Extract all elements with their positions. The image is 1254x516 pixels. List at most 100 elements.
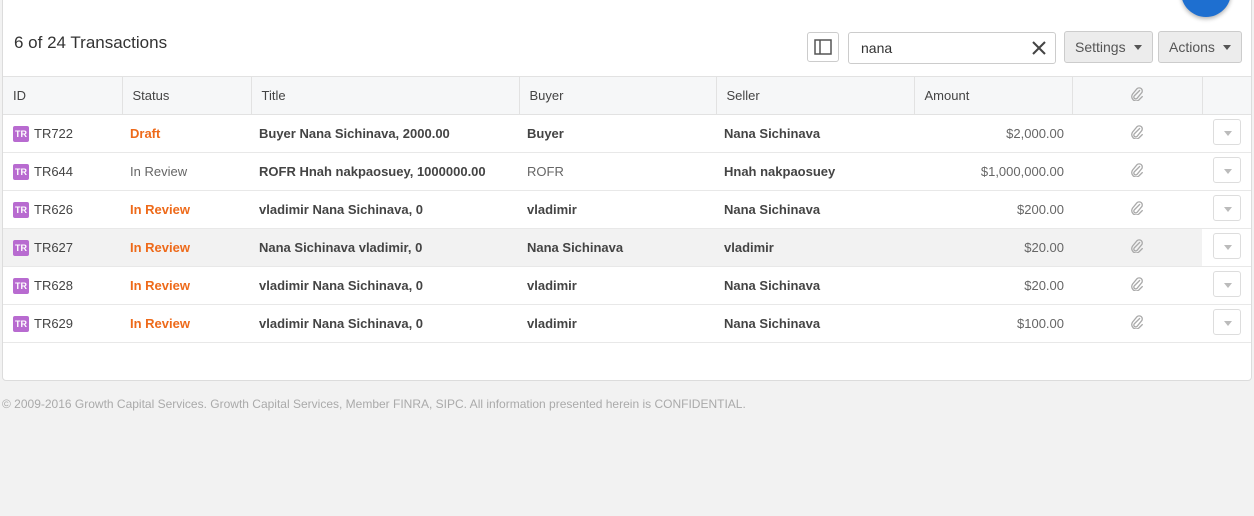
paperclip-icon[interactable] xyxy=(1130,315,1144,332)
buyer-cell: Nana Sichinava xyxy=(519,228,716,267)
seller-cell: Nana Sichinava xyxy=(716,190,914,229)
buyer-cell: vladimir xyxy=(519,304,716,343)
table-row[interactable]: TR TR644 In Review ROFR Hnah nakpaosuey, 10… xyxy=(3,152,1251,191)
attachment-cell[interactable] xyxy=(1072,152,1202,191)
id-cell: TR TR722 xyxy=(3,114,122,153)
chevron-down-icon xyxy=(1133,44,1142,50)
row-menu-cell xyxy=(1202,228,1251,267)
title-cell[interactable]: Buyer Nana Sichinava, 2000.00 xyxy=(251,114,519,153)
transaction-badge: TR xyxy=(13,201,29,218)
transaction-badge: TR xyxy=(13,315,29,332)
table-row[interactable]: TR TR628 In Review vladimir Nana Sichinava,… xyxy=(3,266,1251,305)
status-badge: In Review xyxy=(130,240,190,255)
id-cell: TR TR644 xyxy=(3,152,122,191)
paperclip-icon[interactable] xyxy=(1130,163,1144,180)
amount-cell: $1,000,000.00 xyxy=(914,152,1072,191)
transaction-id[interactable]: TR722 xyxy=(34,126,73,141)
transaction-id[interactable]: TR628 xyxy=(34,278,73,293)
buyer-cell: Buyer xyxy=(519,114,716,153)
buyer-cell: vladimir xyxy=(519,266,716,305)
title-cell[interactable]: Nana Sichinava vladimir, 0 xyxy=(251,228,519,267)
actions-button[interactable]: Actions xyxy=(1158,31,1242,63)
seller-cell: Hnah nakpaosuey xyxy=(716,152,914,191)
transaction-id[interactable]: TR629 xyxy=(34,316,73,331)
buyer-cell: vladimir xyxy=(519,190,716,229)
seller-cell: Nana Sichinava xyxy=(716,304,914,343)
paperclip-icon xyxy=(1131,87,1143,102)
status-cell: In Review xyxy=(122,304,251,343)
status-cell: Draft xyxy=(122,114,251,153)
table-row[interactable]: TR TR627 In Review Nana Sichinava vladimir,… xyxy=(3,228,1251,267)
column-header-seller[interactable]: Seller xyxy=(716,76,915,115)
title-cell[interactable]: ROFR Hnah nakpaosuey, 1000000.00 xyxy=(251,152,519,191)
status-badge: In Review xyxy=(130,278,190,293)
paperclip-icon[interactable] xyxy=(1130,277,1144,294)
close-icon[interactable] xyxy=(1031,40,1047,56)
column-header-id[interactable]: ID xyxy=(3,76,123,115)
transaction-id[interactable]: TR626 xyxy=(34,202,73,217)
seller-cell: vladimir xyxy=(716,228,914,267)
amount-cell: $2,000.00 xyxy=(914,114,1072,153)
id-cell: TR TR629 xyxy=(3,304,122,343)
row-dropdown-button[interactable] xyxy=(1212,271,1241,297)
table-header-row: ID Status Title Buyer Seller Amount xyxy=(3,76,1251,115)
row-dropdown-button[interactable] xyxy=(1212,157,1241,183)
paperclip-icon[interactable] xyxy=(1130,125,1144,142)
seller-cell: Nana Sichinava xyxy=(716,266,914,305)
chevron-down-icon xyxy=(1222,44,1231,50)
amount-cell: $20.00 xyxy=(914,266,1072,305)
row-menu-cell xyxy=(1202,266,1251,305)
transaction-badge: TR xyxy=(13,125,29,142)
title-cell[interactable]: vladimir Nana Sichinava, 0 xyxy=(251,190,519,229)
amount-cell: $200.00 xyxy=(914,190,1072,229)
title-cell[interactable]: vladimir Nana Sichinava, 0 xyxy=(251,266,519,305)
paperclip-icon[interactable] xyxy=(1130,201,1144,218)
attachment-cell[interactable] xyxy=(1072,114,1202,153)
column-header-status[interactable]: Status xyxy=(122,76,252,115)
attachment-cell[interactable] xyxy=(1072,228,1202,267)
status-cell: In Review xyxy=(122,190,251,229)
column-header-buyer[interactable]: Buyer xyxy=(519,76,717,115)
id-cell: TR TR627 xyxy=(3,228,122,267)
transaction-id[interactable]: TR627 xyxy=(34,240,73,255)
status-cell: In Review xyxy=(122,228,251,267)
search-input[interactable] xyxy=(861,39,1021,57)
row-menu-cell xyxy=(1202,152,1251,191)
transaction-badge: TR xyxy=(13,163,29,180)
attachment-cell[interactable] xyxy=(1072,190,1202,229)
status-badge: In Review xyxy=(130,202,190,217)
table-row[interactable]: TR TR626 In Review vladimir Nana Sichinava,… xyxy=(3,190,1251,229)
status-badge: In Review xyxy=(130,316,190,331)
status-cell: In Review xyxy=(122,152,251,191)
title-cell[interactable]: vladimir Nana Sichinava, 0 xyxy=(251,304,519,343)
footer-copyright: © 2009-2016 Growth Capital Services. Gro… xyxy=(2,397,746,411)
transactions-table: ID Status Title Buyer Seller Amount TR TR… xyxy=(3,76,1251,343)
row-menu-cell xyxy=(1202,304,1251,343)
status-badge: In Review xyxy=(130,164,188,179)
attachment-cell[interactable] xyxy=(1072,304,1202,343)
column-header-title[interactable]: Title xyxy=(251,76,520,115)
floating-action-button[interactable] xyxy=(1181,0,1231,17)
row-dropdown-button[interactable] xyxy=(1212,195,1241,221)
settings-button[interactable]: Settings xyxy=(1064,31,1153,63)
table-row[interactable]: TR TR722 Draft Buyer Nana Sichinava, 2000.0… xyxy=(3,114,1251,153)
table-row[interactable]: TR TR629 In Review vladimir Nana Sichinava,… xyxy=(3,304,1251,343)
status-cell: In Review xyxy=(122,266,251,305)
transaction-id[interactable]: TR644 xyxy=(34,164,73,179)
actions-label: Actions xyxy=(1169,39,1215,55)
transaction-badge: TR xyxy=(13,239,29,256)
settings-label: Settings xyxy=(1075,39,1126,55)
column-header-amount[interactable]: Amount xyxy=(914,76,1073,115)
amount-cell: $20.00 xyxy=(914,228,1072,267)
paperclip-icon[interactable] xyxy=(1130,239,1144,256)
transaction-badge: TR xyxy=(13,277,29,294)
row-dropdown-button[interactable] xyxy=(1212,119,1241,145)
row-dropdown-button[interactable] xyxy=(1212,309,1241,335)
sidebar-toggle-button[interactable] xyxy=(807,32,839,62)
page-title: 6 of 24 Transactions xyxy=(14,33,168,52)
status-badge: Draft xyxy=(130,126,161,141)
id-cell: TR TR626 xyxy=(3,190,122,229)
search-field[interactable] xyxy=(848,32,1056,64)
attachment-cell[interactable] xyxy=(1072,266,1202,305)
row-dropdown-button[interactable] xyxy=(1212,233,1241,259)
